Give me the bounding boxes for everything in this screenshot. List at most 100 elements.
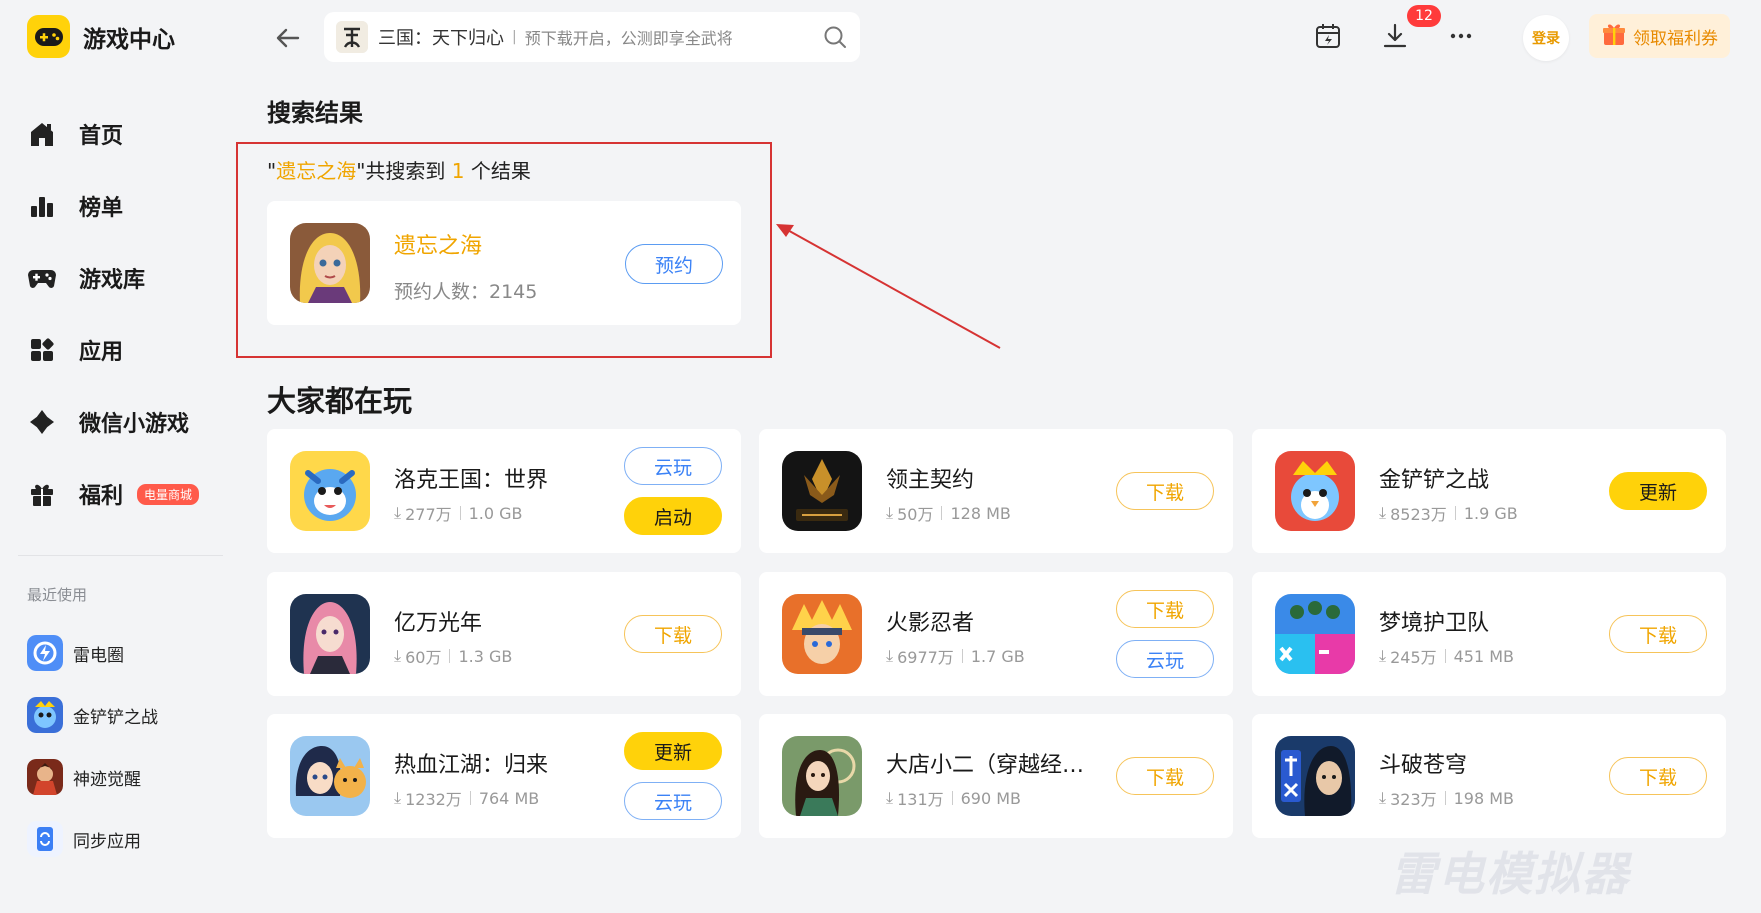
sidebar-item-welfare[interactable]: 福利 电量商城 <box>27 458 200 530</box>
shenji-app-icon <box>27 759 63 795</box>
game-card[interactable]: 火影忍者 ⤓ 6977万 1.7 GB 下载 云玩 <box>759 572 1233 696</box>
billion-lightyears-game-icon <box>290 594 370 674</box>
search-hint: 预下载开启，公测即享全武将 <box>524 29 733 48</box>
game-downloads: 6977万 <box>897 648 954 667</box>
sidebar-item-game-library[interactable]: 游戏库 <box>27 242 199 314</box>
cloud-play-button[interactable]: 云玩 <box>624 447 722 485</box>
game-card[interactable]: 大店小二（穿越经… ⤓ 131万 690 MB 下载 <box>759 714 1233 838</box>
game-name: 火影忍者 <box>886 611 975 636</box>
game-downloads: 1232万 <box>405 790 462 809</box>
dream-guardians-game-icon <box>1275 594 1355 674</box>
meta-divider <box>961 649 963 663</box>
sidebar: 游戏中心 首页 榜单 游戏库 应用 微信小游戏 福利 电量商城 最近使用 雷电圈… <box>0 0 230 913</box>
recent-item-sync-apps[interactable]: 同步应用 <box>27 808 158 870</box>
home-icon <box>27 119 57 149</box>
game-name: 金铲铲之战 <box>1379 468 1490 493</box>
search-results-title: 搜索结果 <box>267 99 363 127</box>
cloud-play-button[interactable]: 云玩 <box>1116 640 1214 678</box>
game-name: 亿万光年 <box>394 611 483 636</box>
game-size: 451 MB <box>1453 646 1515 666</box>
game-meta: ⤓ 6977万 1.7 GB <box>886 644 1025 668</box>
download-button[interactable]: 下载 <box>624 615 722 653</box>
login-button[interactable]: 登录 <box>1523 15 1569 61</box>
brand[interactable]: 游戏中心 <box>27 15 175 58</box>
roco-kingdom-game-icon <box>290 451 370 531</box>
download-count-icon: ⤓ <box>394 788 402 807</box>
game-card[interactable]: 洛克王国：世界 ⤓ 277万 1.0 GB 云玩 启动 <box>267 429 741 553</box>
sidebar-item-home[interactable]: 首页 <box>27 98 199 170</box>
game-downloads: 245万 <box>1390 648 1437 667</box>
claim-coupon-label: 领取福利券 <box>1633 28 1718 49</box>
game-downloads: 131万 <box>897 790 944 809</box>
game-size: 1.9 GB <box>1463 503 1518 523</box>
download-count-icon: ⤓ <box>394 646 402 665</box>
app-title: 游戏中心 <box>83 26 175 53</box>
back-button[interactable] <box>270 20 306 56</box>
claim-coupon-button[interactable]: 领取福利券 <box>1589 14 1730 58</box>
game-meta: ⤓ 131万 690 MB <box>886 786 1021 810</box>
arrow-left-icon <box>276 28 300 48</box>
sidebar-item-ranking[interactable]: 榜单 <box>27 170 199 242</box>
game-card[interactable]: 梦境护卫队 ⤓ 245万 451 MB 下载 <box>1252 572 1726 696</box>
download-button[interactable]: 下载 <box>1116 590 1214 628</box>
game-card[interactable]: 亿万光年 ⤓ 60万 1.3 GB 下载 <box>267 572 741 696</box>
meta-divider <box>1444 791 1446 805</box>
recent-item-shenji[interactable]: 神迹觉醒 <box>27 746 158 808</box>
sidebar-item-label: 微信小游戏 <box>79 412 190 437</box>
download-count-icon: ⤓ <box>886 503 894 522</box>
game-meta: ⤓ 8523万 1.9 GB <box>1379 501 1518 525</box>
download-manager-button[interactable] <box>1377 18 1413 54</box>
update-button[interactable]: 更新 <box>624 732 722 770</box>
download-button[interactable]: 下载 <box>1609 615 1707 653</box>
game-meta: ⤓ 1232万 764 MB <box>394 786 539 810</box>
download-button[interactable]: 下载 <box>1609 757 1707 795</box>
game-downloads: 323万 <box>1390 790 1437 809</box>
meta-divider <box>469 791 471 805</box>
gamepad-icon <box>27 263 57 293</box>
sidebar-item-label: 榜单 <box>79 196 124 221</box>
search-icon[interactable] <box>822 24 848 50</box>
recent-item-label: 金铲铲之战 <box>73 707 158 728</box>
game-card[interactable]: 斗破苍穹 ⤓ 323万 198 MB 下载 <box>1252 714 1726 838</box>
jinchanchan-game-icon <box>1275 451 1355 531</box>
more-button[interactable] <box>1443 18 1479 54</box>
naruto-game-icon <box>782 594 862 674</box>
cloud-play-button[interactable]: 云玩 <box>624 782 722 820</box>
recent-title: 最近使用 <box>27 586 88 604</box>
download-count-icon: ⤓ <box>1379 503 1387 522</box>
game-size: 1.7 GB <box>970 646 1025 666</box>
calendar-button[interactable] <box>1310 18 1346 54</box>
game-card[interactable]: 金铲铲之战 ⤓ 8523万 1.9 GB 更新 <box>1252 429 1726 553</box>
launch-button[interactable]: 启动 <box>624 497 722 535</box>
game-meta: ⤓ 245万 451 MB <box>1379 644 1514 668</box>
game-size: 128 MB <box>950 503 1011 523</box>
game-size: 764 MB <box>478 788 540 808</box>
game-meta: ⤓ 277万 1.0 GB <box>394 501 523 525</box>
game-card[interactable]: 热血江湖：归来 ⤓ 1232万 764 MB 更新 云玩 <box>267 714 741 838</box>
gift-box-icon <box>1601 21 1627 52</box>
game-card[interactable]: 领主契约 ⤓ 50万 128 MB 下载 <box>759 429 1233 553</box>
download-count-icon: ⤓ <box>886 788 894 807</box>
sidebar-item-label: 首页 <box>79 124 124 149</box>
game-downloads: 50万 <box>897 505 934 524</box>
download-button[interactable]: 下载 <box>1116 757 1214 795</box>
meta-divider <box>449 649 451 663</box>
annotation-arrow-icon <box>776 224 1001 349</box>
recent-item-leidianquan[interactable]: 雷电圈 <box>27 622 158 684</box>
search-input[interactable]: 三国：天下归心 | 预下载开启，公测即享全武将 <box>324 12 860 62</box>
calendar-icon <box>1316 24 1340 48</box>
meta-divider <box>941 506 943 520</box>
sidebar-item-wechat-games[interactable]: 微信小游戏 <box>27 386 199 458</box>
recent-item-jinchanchan[interactable]: 金铲铲之战 <box>27 684 158 746</box>
meta-divider <box>1454 506 1456 520</box>
game-name: 梦境护卫队 <box>1379 611 1490 636</box>
hot-blood-jianghu-game-icon <box>290 736 370 816</box>
download-button[interactable]: 下载 <box>1116 472 1214 510</box>
game-name: 热血江湖：归来 <box>394 753 549 778</box>
recent-item-label: 同步应用 <box>73 831 141 852</box>
update-button[interactable]: 更新 <box>1609 472 1707 510</box>
download-count-badge: 12 <box>1407 5 1441 27</box>
sidebar-item-label: 应用 <box>79 340 124 365</box>
sidebar-item-apps[interactable]: 应用 <box>27 314 199 386</box>
game-size: 690 MB <box>960 788 1022 808</box>
